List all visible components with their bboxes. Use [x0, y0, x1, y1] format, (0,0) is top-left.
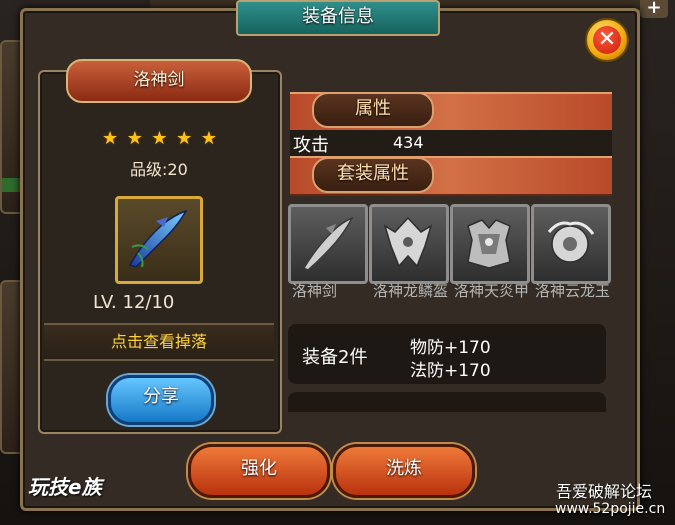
share-button[interactable]: 分享 [108, 375, 214, 425]
star-icon: ★ [200, 128, 217, 149]
set-section-title: 套装属性 [312, 157, 434, 193]
set-bonus-line: 物防+170 [410, 338, 491, 358]
star-icon: ★ [126, 128, 143, 149]
item-name: 洛神剑 [66, 59, 252, 103]
star-icon: ★ [176, 128, 193, 149]
set-item-armor[interactable] [450, 204, 530, 284]
stat-value: 434 [393, 133, 424, 152]
item-icon[interactable] [115, 196, 203, 284]
item-quality: 品级:20 [130, 160, 188, 179]
refine-button[interactable]: 洗炼 [333, 444, 475, 498]
item-level: LV. 12/10 [93, 292, 175, 313]
enhance-button[interactable]: 强化 [188, 444, 330, 498]
dialog-title: 装备信息 [236, 0, 440, 36]
set-bonus-tier-next [288, 392, 606, 412]
view-drop-link[interactable]: 点击查看掉落 [44, 323, 274, 361]
star-icon: ★ [151, 128, 168, 149]
close-button[interactable]: ✕ [585, 18, 629, 62]
set-item-name: 洛神龙鳞盔 [373, 282, 449, 300]
armor-icon [467, 219, 511, 269]
attributes-section-title: 属性 [312, 92, 434, 128]
set-item-name: 洛神天炎甲 [454, 282, 530, 300]
set-item-sword[interactable] [288, 204, 368, 284]
set-bonus-label: 装备2件 [302, 347, 368, 368]
helmet-icon [383, 216, 433, 268]
watermark-site: 吾爱破解论坛 [556, 482, 653, 501]
stat-row [290, 130, 612, 156]
sword-icon [302, 216, 354, 271]
stat-label: 攻击 [293, 135, 329, 156]
sword-icon [128, 209, 188, 268]
star-icon: ★ [102, 128, 119, 149]
close-icon: ✕ [593, 26, 621, 54]
set-item-name: 洛神剑 [292, 282, 338, 300]
set-item-jade[interactable] [531, 204, 611, 284]
watermark-logo: 玩技e族 [28, 475, 102, 499]
set-bonus-line: 法防+170 [410, 361, 491, 381]
jade-pendant-icon [547, 221, 595, 263]
background-plus-button: + [640, 0, 668, 18]
set-item-helmet[interactable] [369, 204, 449, 284]
star-rating: ★ ★ ★ ★ ★ [102, 130, 217, 148]
watermark-url: www.52pojie.cn [555, 501, 666, 517]
set-item-name: 洛神云龙玉 [535, 282, 611, 300]
